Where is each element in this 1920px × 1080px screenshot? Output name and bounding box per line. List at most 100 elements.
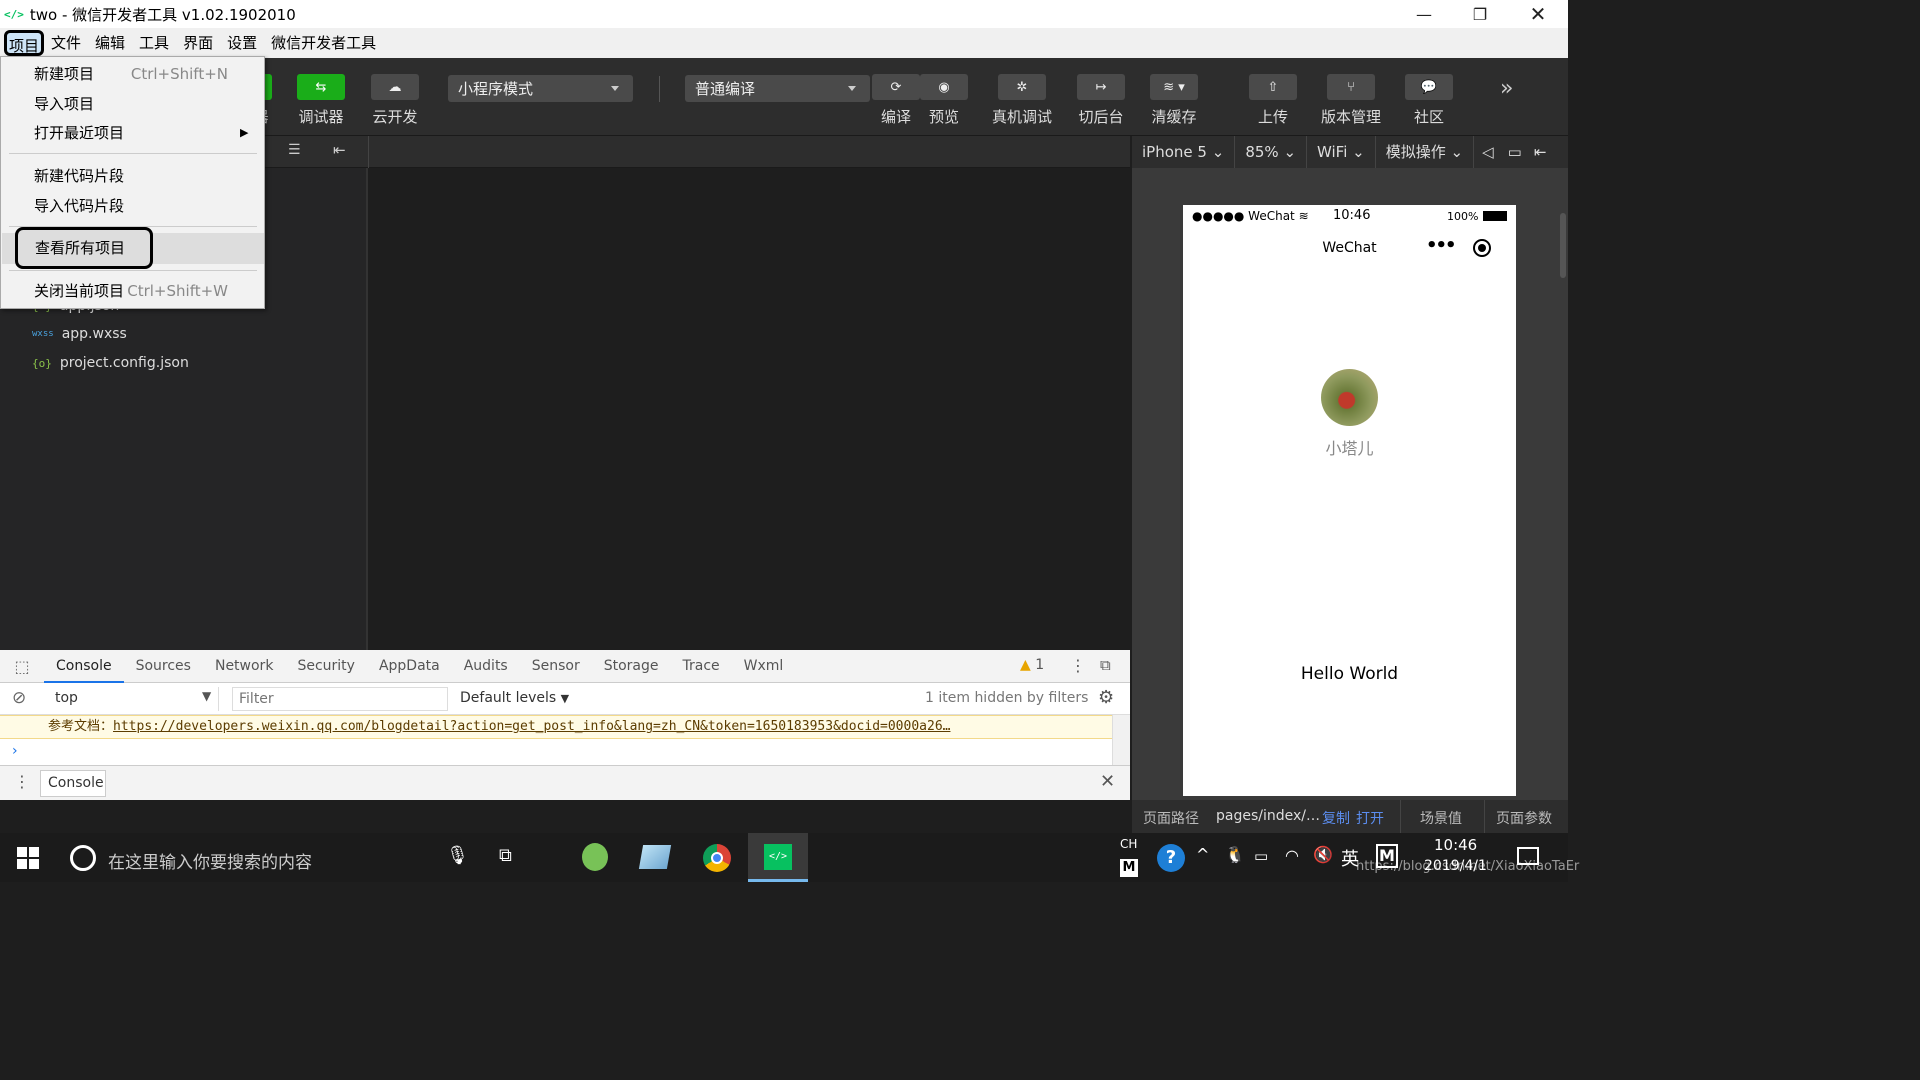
console-filter-bar: ⊘ top ▼ Default levels ▼ 1 item hidden b… bbox=[0, 683, 1130, 715]
file-item-project-config[interactable]: {o} project.config.json bbox=[32, 355, 189, 371]
menu-item-import-project[interactable]: 导入项目 bbox=[2, 90, 264, 118]
community-button[interactable]: 💬 社区 bbox=[1405, 74, 1453, 127]
menu-edit[interactable]: 编辑 bbox=[88, 30, 132, 56]
menu-project[interactable]: 项目 bbox=[4, 30, 45, 56]
file-item-app-wxss[interactable]: wxss app.wxss bbox=[32, 326, 127, 342]
context-select[interactable]: top ▼ bbox=[44, 687, 219, 711]
minimize-button[interactable]: — bbox=[1396, 0, 1452, 28]
wifi-tray-icon[interactable]: ◠ bbox=[1285, 846, 1299, 865]
menu-item-new-project[interactable]: 新建项目 Ctrl+Shift+N bbox=[2, 60, 264, 88]
notepad-icon[interactable] bbox=[638, 845, 672, 869]
drawer-menu-icon[interactable]: ⋮ bbox=[14, 772, 30, 791]
close-drawer-icon[interactable]: ✕ bbox=[1100, 771, 1115, 792]
menu-item-close-project[interactable]: 关闭当前项目 Ctrl+Shift+W bbox=[2, 277, 264, 305]
more-vert-icon[interactable]: ⋮ bbox=[1070, 656, 1086, 675]
debugger-icon: ⇆ bbox=[297, 74, 345, 100]
chevron-up-icon[interactable]: ^ bbox=[1196, 845, 1209, 864]
cloud-dev-button[interactable]: ☁ 云开发 bbox=[371, 74, 419, 127]
battery-tray-icon[interactable]: ▭ bbox=[1254, 847, 1268, 865]
console-scrollbar[interactable] bbox=[1112, 715, 1130, 765]
android-studio-icon[interactable] bbox=[582, 843, 608, 871]
more-chevron-icon[interactable]: » bbox=[1500, 76, 1513, 101]
scene-button[interactable]: 场景值 bbox=[1420, 808, 1462, 828]
avatar[interactable] bbox=[1321, 369, 1378, 426]
inspect-icon[interactable]: ⬚ bbox=[0, 657, 44, 676]
volume-mute-icon[interactable]: 🔇 bbox=[1313, 845, 1333, 864]
compile-button[interactable]: ⟳ 编译 bbox=[872, 74, 920, 127]
doc-link[interactable]: https://developers.weixin.qq.com/blogdet… bbox=[113, 719, 950, 734]
preview-button[interactable]: ◉ 预览 bbox=[920, 74, 968, 127]
upload-button[interactable]: ⇧ 上传 bbox=[1249, 74, 1297, 127]
undock-icon[interactable]: ⧉ bbox=[1100, 656, 1111, 674]
simulate-ops-select[interactable]: 模拟操作 ⌄ bbox=[1376, 136, 1475, 168]
chrome-icon[interactable] bbox=[703, 844, 731, 872]
taskbar-clock[interactable]: 10:46 bbox=[1434, 836, 1477, 854]
taskbar-search[interactable]: 在这里输入你要搜索的内容 bbox=[108, 848, 312, 873]
version-button[interactable]: ⑂ 版本管理 bbox=[1321, 74, 1381, 127]
outline-icon[interactable]: ☰ bbox=[288, 142, 301, 158]
tab-trace[interactable]: Trace bbox=[671, 650, 732, 683]
menu-item-open-recent[interactable]: 打开最近项目 ▶ bbox=[2, 119, 264, 147]
windows-start-icon[interactable] bbox=[17, 847, 39, 869]
tab-audits[interactable]: Audits bbox=[452, 650, 520, 683]
tab-appdata[interactable]: AppData bbox=[367, 650, 452, 683]
more-dots-icon[interactable]: ••• bbox=[1426, 235, 1456, 256]
drawer-tab-console[interactable]: Console bbox=[40, 770, 106, 797]
tab-sensor[interactable]: Sensor bbox=[520, 650, 592, 683]
console-filter-input[interactable] bbox=[232, 687, 448, 711]
qq-icon[interactable]: 🐧 bbox=[1225, 845, 1245, 864]
capsule-close-icon[interactable] bbox=[1473, 239, 1491, 257]
menu-wechat-devtools[interactable]: 微信开发者工具 bbox=[264, 30, 383, 56]
microphone-icon[interactable]: 🎙 bbox=[446, 845, 469, 866]
mode-select[interactable]: 小程序模式 bbox=[448, 75, 633, 102]
collapse-icon[interactable]: ⇤ bbox=[333, 141, 346, 159]
clear-cache-button[interactable]: ≋ ▾ 清缓存 bbox=[1150, 74, 1198, 127]
tab-console[interactable]: Console bbox=[44, 650, 124, 683]
menu-interface[interactable]: 界面 bbox=[176, 30, 220, 56]
simulator-scrollbar[interactable] bbox=[1560, 213, 1566, 278]
mute-icon[interactable]: ◁ bbox=[1474, 143, 1502, 161]
warning-count[interactable]: ▲ 1 bbox=[1020, 657, 1044, 673]
ime-ch[interactable]: CH bbox=[1120, 837, 1137, 851]
menu-tools[interactable]: 工具 bbox=[132, 30, 176, 56]
zoom-select[interactable]: 85% ⌄ bbox=[1235, 136, 1308, 168]
notification-icon[interactable] bbox=[1517, 847, 1539, 865]
tab-network[interactable]: Network bbox=[203, 650, 285, 683]
cloud-upload-icon: ⇧ bbox=[1249, 74, 1297, 100]
background-button[interactable]: ↦ 切后台 bbox=[1077, 74, 1125, 127]
clear-console-icon[interactable]: ⊘ bbox=[12, 688, 26, 708]
menu-item-import-snippet[interactable]: 导入代码片段 bbox=[2, 192, 264, 220]
remote-debug-button[interactable]: ✲ 真机调试 bbox=[992, 74, 1052, 127]
menu-item-view-all-projects[interactable]: 查看所有项目 bbox=[15, 227, 153, 269]
m-badge-icon[interactable]: M bbox=[1120, 859, 1138, 877]
close-button[interactable]: ✕ bbox=[1510, 0, 1566, 28]
restore-button[interactable]: ❐ bbox=[1452, 0, 1508, 28]
collapse-icon[interactable]: ⇤ bbox=[1528, 143, 1553, 161]
tab-security[interactable]: Security bbox=[285, 650, 367, 683]
compile-mode-select[interactable]: 普通编译 bbox=[685, 75, 870, 102]
carrier-label: ●●●●● WeChat bbox=[1192, 209, 1295, 223]
open-link[interactable]: 打开 bbox=[1356, 808, 1384, 828]
code-editor[interactable] bbox=[370, 168, 1130, 650]
cloud-label: 云开发 bbox=[372, 108, 418, 126]
device-select[interactable]: iPhone 5 ⌄ bbox=[1132, 136, 1236, 168]
menu-file[interactable]: 文件 bbox=[44, 30, 88, 56]
menu-settings[interactable]: 设置 bbox=[220, 30, 264, 56]
task-view-icon[interactable]: ⧉ bbox=[499, 845, 512, 866]
window-icon[interactable]: ▭ bbox=[1502, 143, 1528, 161]
network-select[interactable]: WiFi ⌄ bbox=[1307, 136, 1376, 168]
levels-select[interactable]: Default levels ▼ bbox=[460, 690, 569, 706]
tab-wxml[interactable]: Wxml bbox=[732, 650, 796, 683]
copy-link[interactable]: 复制 bbox=[1322, 808, 1350, 828]
page-params-button[interactable]: 页面参数 bbox=[1496, 808, 1552, 828]
help-icon[interactable]: ? bbox=[1157, 844, 1185, 872]
chevron-down-icon bbox=[848, 86, 856, 91]
tab-sources[interactable]: Sources bbox=[124, 650, 203, 683]
gear-icon[interactable]: ⚙ bbox=[1098, 687, 1114, 708]
console-prompt[interactable]: › bbox=[0, 739, 1112, 765]
menu-item-new-snippet[interactable]: 新建代码片段 bbox=[2, 162, 264, 190]
cortana-icon[interactable] bbox=[70, 845, 96, 871]
wechat-devtools-task[interactable]: </> bbox=[748, 833, 808, 882]
tab-storage[interactable]: Storage bbox=[592, 650, 671, 683]
debugger-button[interactable]: ⇆ 调试器 bbox=[297, 74, 345, 127]
